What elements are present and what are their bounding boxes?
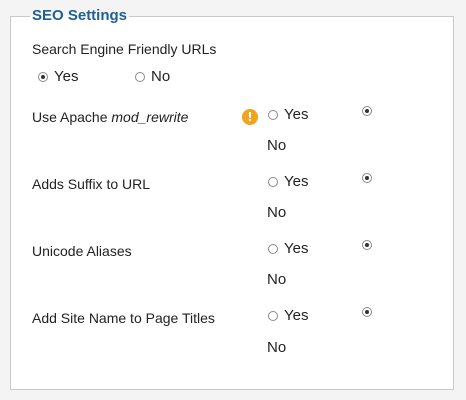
unicode-no-label: No: [267, 271, 287, 288]
setting-label-mod-rewrite: Use Apache mod_rewrite: [32, 108, 188, 126]
sef-urls-yes-option[interactable]: Yes: [38, 68, 78, 86]
suffix-no-label: No: [267, 204, 287, 221]
sef-urls-yes-radio[interactable]: [38, 72, 48, 82]
suffix-no-option[interactable]: [362, 173, 378, 183]
sef-urls-no-radio[interactable]: [135, 72, 145, 82]
mod-rewrite-yes-radio[interactable]: [268, 110, 278, 120]
suffix-no-radio[interactable]: [362, 173, 372, 183]
unicode-yes-label: Yes: [284, 240, 309, 257]
site-name-yes-label: Yes: [284, 307, 309, 324]
mod-rewrite-no-option[interactable]: [362, 106, 378, 116]
unicode-no-option[interactable]: [362, 240, 378, 250]
unicode-yes-radio[interactable]: [268, 244, 278, 254]
site-name-no-radio[interactable]: [362, 307, 372, 317]
site-name-yes-option[interactable]: Yes: [268, 307, 308, 325]
mod-rewrite-label-em: mod_rewrite: [111, 109, 189, 125]
suffix-yes-label: Yes: [284, 173, 309, 190]
mod-rewrite-no-label: No: [267, 137, 287, 154]
setting-label-sef-urls: Search Engine Friendly URLs: [32, 41, 217, 57]
mod-rewrite-yes-option[interactable]: Yes: [268, 106, 308, 124]
mod-rewrite-yes-label: Yes: [284, 106, 309, 123]
sef-urls-no-label: No: [151, 68, 171, 85]
site-name-yes-radio[interactable]: [268, 311, 278, 321]
mod-rewrite-label-text: Use Apache: [32, 109, 112, 125]
site-name-no-option[interactable]: [362, 307, 378, 317]
setting-label-site-name: Add Site Name to Page Titles: [32, 310, 215, 326]
mod-rewrite-no-radio[interactable]: [362, 106, 372, 116]
suffix-yes-option[interactable]: Yes: [268, 173, 308, 191]
sef-urls-yes-label: Yes: [54, 68, 79, 85]
sef-urls-no-option[interactable]: No: [135, 68, 170, 86]
site-name-no-label: No: [267, 339, 287, 356]
setting-label-suffix: Adds Suffix to URL: [32, 176, 151, 192]
unicode-yes-option[interactable]: Yes: [268, 240, 308, 258]
unicode-no-radio[interactable]: [362, 240, 372, 250]
suffix-yes-radio[interactable]: [268, 177, 278, 187]
fieldset-legend: SEO Settings: [30, 6, 130, 26]
setting-label-unicode: Unicode Aliases: [32, 243, 132, 259]
warning-icon[interactable]: !: [242, 109, 258, 125]
